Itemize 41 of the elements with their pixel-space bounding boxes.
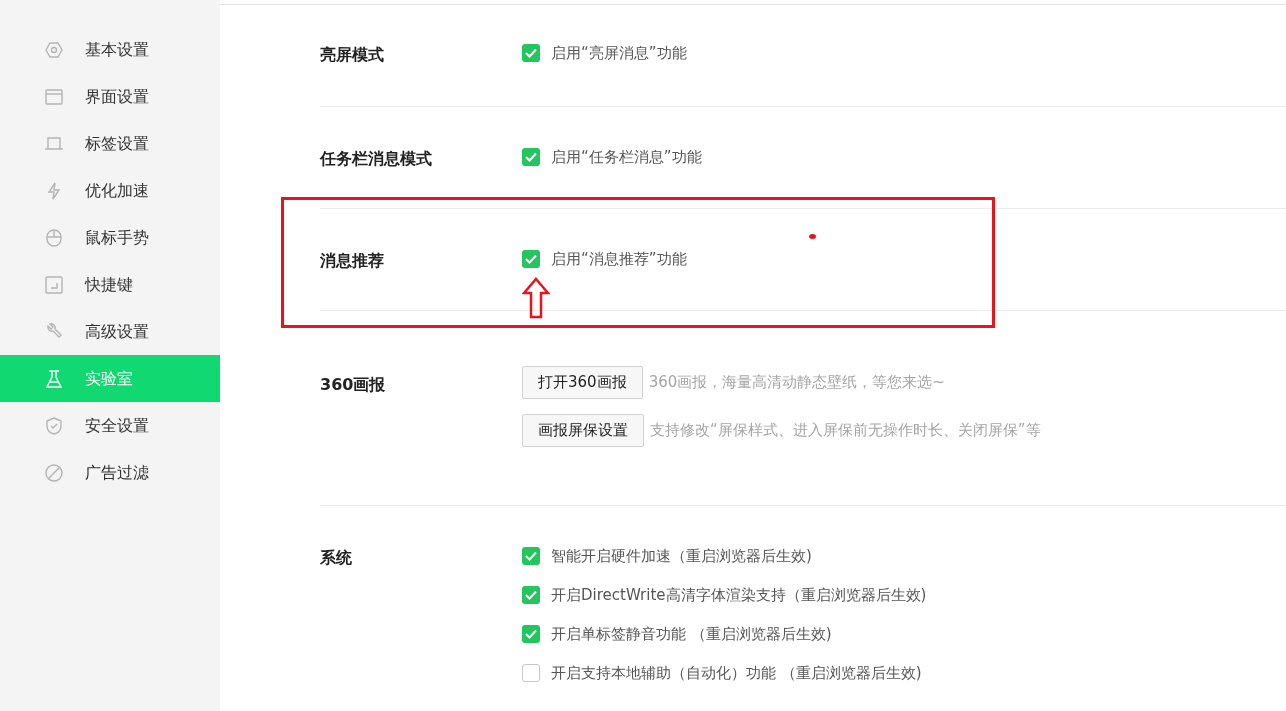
action-button[interactable]: 打开360画报 xyxy=(522,366,643,399)
window-icon xyxy=(44,86,64,107)
checkbox-label: 开启单标签静音功能 （重启浏览器后生效) xyxy=(551,623,832,645)
sidebar-item[interactable]: 快捷键 xyxy=(0,261,220,308)
section-label: 亮屏模式 xyxy=(320,44,385,66)
checkbox-label: 启用“亮屏消息”功能 xyxy=(551,42,687,64)
checkbox-label: 智能开启硬件加速（重启浏览器后生效) xyxy=(551,545,812,567)
checkbox[interactable] xyxy=(522,44,540,62)
checkbox-label: 开启支持本地辅助（自动化）功能 （重启浏览器后生效) xyxy=(551,662,922,684)
hint-text: 360画报，海量高清动静态壁纸，等您来选~ xyxy=(648,372,945,394)
checkbox[interactable] xyxy=(522,250,540,268)
checkbox-label: 开启DirectWrite高清字体渲染支持（重启浏览器后生效) xyxy=(551,584,927,606)
shield-icon xyxy=(44,415,64,436)
sidebar-item[interactable]: 界面设置 xyxy=(0,73,220,120)
checkbox[interactable] xyxy=(522,547,540,565)
section-label: 消息推荐 xyxy=(320,250,385,272)
annotation-dot xyxy=(809,234,816,239)
block-icon xyxy=(44,462,64,483)
up-arrow-icon xyxy=(522,277,550,319)
sidebar-item[interactable]: 安全设置 xyxy=(0,402,220,449)
checkbox[interactable] xyxy=(522,625,540,643)
checkbox-label: 启用“消息推荐”功能 xyxy=(551,248,687,270)
section-label: 360画报 xyxy=(320,374,387,396)
section-label: 系统 xyxy=(320,547,353,569)
sidebar-item[interactable]: 鼠标手势 xyxy=(0,214,220,261)
checkbox-label: 启用“任务栏消息”功能 xyxy=(551,146,702,168)
section-label: 任务栏消息模式 xyxy=(320,148,433,170)
checkbox[interactable] xyxy=(522,586,540,604)
hint-text: 支持修改“屏保样式、进入屏保前无操作时长、关闭屏保”等 xyxy=(650,420,1041,442)
checkbox[interactable] xyxy=(522,664,540,682)
sidebar-item[interactable]: 优化加速 xyxy=(0,167,220,214)
sidebar-item[interactable]: 广告过滤 xyxy=(0,449,220,496)
sidebar-item[interactable]: 基本设置 xyxy=(0,26,220,73)
flask-icon xyxy=(44,368,64,389)
sidebar-item[interactable]: 高级设置 xyxy=(0,308,220,355)
keyboard-key-icon xyxy=(44,274,64,295)
sidebar-item[interactable]: 标签设置 xyxy=(0,120,220,167)
mouse-icon xyxy=(44,227,64,248)
action-button[interactable]: 画报屏保设置 xyxy=(522,414,644,447)
checkbox[interactable] xyxy=(522,148,540,166)
hexagon-icon xyxy=(44,39,64,60)
